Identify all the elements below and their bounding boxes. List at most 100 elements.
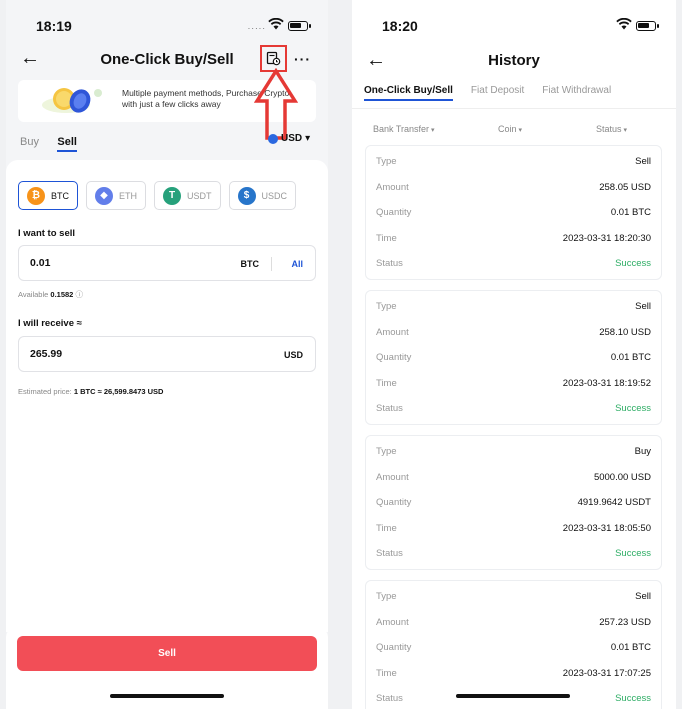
record-amount-value: 258.10 USD <box>599 327 651 338</box>
estimated-label: Estimated price: <box>18 387 72 396</box>
record-field-label: Status <box>376 258 403 269</box>
history-tabs: One-Click Buy/Sell Fiat Deposit Fiat Wit… <box>364 85 611 101</box>
record-row-time: Time 2023-03-31 18:05:50 <box>376 523 651 537</box>
record-field-label: Time <box>376 668 397 679</box>
history-record-icon <box>266 51 281 66</box>
tab-sell[interactable]: Sell <box>57 136 77 152</box>
coin-chip-usdt[interactable]: T USDT <box>154 181 221 210</box>
filter-status[interactable]: Status <box>596 124 627 134</box>
all-button[interactable]: All <box>291 259 303 269</box>
wifi-icon <box>616 18 632 30</box>
record-field-label: Status <box>376 693 403 704</box>
record-row-quantity: Quantity 4919.9642 USDT <box>376 497 651 511</box>
battery-icon <box>636 21 659 31</box>
record-field-label: Amount <box>376 472 409 483</box>
tether-icon: T <box>163 186 181 205</box>
info-icon[interactable]: ⓘ <box>75 290 83 299</box>
sell-amount-value: 0.01 <box>30 257 51 269</box>
divider <box>352 108 676 109</box>
record-status-value: Success <box>615 403 651 414</box>
record-type-value: Sell <box>635 591 651 602</box>
crypto-coins-illustration <box>42 88 102 113</box>
signal-icon: ····· <box>247 24 266 33</box>
coin-label: ETH <box>119 190 137 201</box>
header: ← History <box>352 44 676 74</box>
tab-fiat-withdrawal[interactable]: Fiat Withdrawal <box>542 85 611 101</box>
available-balance: Available 0.1582 ⓘ <box>18 289 83 300</box>
record-row-quantity: Quantity 0.01 BTC <box>376 352 651 366</box>
record-row-type: Type Sell <box>376 591 651 605</box>
record-field-label: Type <box>376 591 397 602</box>
coin-chip-eth[interactable]: ◆ ETH <box>86 181 146 210</box>
usdc-icon: $ <box>237 186 256 205</box>
record-time-value: 2023-03-31 18:05:50 <box>562 523 651 534</box>
bitcoin-icon: ₿ <box>27 186 45 205</box>
record-field-label: Quantity <box>376 497 412 508</box>
record-field-label: Amount <box>376 182 409 193</box>
history-record-card[interactable]: Type Sell Amount 258.10 USD Quantity 0.01 BTC… <box>365 290 662 425</box>
available-label: Available <box>18 290 49 299</box>
record-field-label: Type <box>376 446 397 457</box>
tab-fiat-deposit[interactable]: Fiat Deposit <box>471 85 524 101</box>
receive-amount-value: 265.99 <box>30 348 63 360</box>
usd-icon <box>268 133 278 144</box>
sell-unit: BTC <box>240 259 260 269</box>
filter-coin[interactable]: Coin <box>498 124 522 134</box>
record-field-label: Status <box>376 403 403 414</box>
record-row-time: Time 2023-03-31 18:19:52 <box>376 378 651 392</box>
record-field-label: Quantity <box>376 207 412 218</box>
history-screen: 18:20 ← History One-Click Buy/Sell Fiat … <box>352 0 676 709</box>
record-row-status: Status Success <box>376 548 651 562</box>
coin-label: USDT <box>187 190 212 201</box>
filter-bar: Bank Transfer Coin Status <box>352 124 676 138</box>
tab-one-click[interactable]: One-Click Buy/Sell <box>364 85 453 101</box>
one-click-sell-screen: 18:19 ····· ← One-Click Buy/Sell ··· Mul… <box>6 0 328 709</box>
filter-bank-transfer[interactable]: Bank Transfer <box>373 124 435 134</box>
record-row-amount: Amount 258.10 USD <box>376 327 651 341</box>
receive-unit: USD <box>283 350 303 360</box>
record-row-time: Time 2023-03-31 18:20:30 <box>376 233 651 247</box>
record-field-label: Time <box>376 233 397 244</box>
record-amount-value: 258.05 USD <box>599 182 651 193</box>
record-field-label: Quantity <box>376 352 412 363</box>
currency-selector[interactable]: USD ▾ <box>268 133 310 144</box>
coin-chip-btc[interactable]: ₿ BTC <box>18 181 78 210</box>
record-quantity-value: 0.01 BTC <box>610 352 651 363</box>
history-record-card[interactable]: Type Buy Amount 5000.00 USD Quantity 4919.964… <box>365 435 662 570</box>
sell-amount-label: I want to sell <box>18 228 76 239</box>
history-record-card[interactable]: Type Sell Amount 257.23 USD Quantity 0.01 BTC… <box>365 580 662 709</box>
home-indicator <box>456 694 570 698</box>
receive-amount-field[interactable]: 265.99 USD <box>18 336 316 372</box>
record-field-label: Type <box>376 301 397 312</box>
battery-icon <box>288 21 311 31</box>
home-indicator <box>110 694 224 698</box>
sell-amount-field[interactable]: 0.01 BTC All <box>18 245 316 281</box>
divider <box>271 257 272 271</box>
record-type-value: Sell <box>635 156 651 167</box>
record-row-status: Status Success <box>376 258 651 272</box>
record-row-amount: Amount 257.23 USD <box>376 617 651 631</box>
sell-form-card: ₿ BTC ◆ ETH T USDT $ USDC I want to sell… <box>6 160 328 632</box>
record-quantity-value: 0.01 BTC <box>610 642 651 653</box>
history-record-card[interactable]: Type Sell Amount 258.05 USD Quantity 0.01 BTC… <box>365 145 662 280</box>
record-row-status: Status Success <box>376 403 651 417</box>
more-options-icon[interactable]: ··· <box>294 51 311 67</box>
record-quantity-value: 4919.9642 USDT <box>577 497 651 508</box>
coin-chip-usdc[interactable]: $ USDC <box>228 181 297 210</box>
status-bar: 18:20 <box>352 0 676 44</box>
record-status-value: Success <box>615 258 651 269</box>
record-row-amount: Amount 258.05 USD <box>376 182 651 196</box>
record-field-label: Type <box>376 156 397 167</box>
tab-buy[interactable]: Buy <box>20 136 39 148</box>
record-field-label: Amount <box>376 327 409 338</box>
sell-button[interactable]: Sell <box>17 636 317 671</box>
record-time-value: 2023-03-31 18:20:30 <box>562 233 651 244</box>
currency-label: USD <box>281 133 303 144</box>
wifi-icon <box>268 18 284 30</box>
coin-label: USDC <box>261 190 288 201</box>
clock: 18:19 <box>36 18 72 34</box>
record-field-label: Quantity <box>376 642 412 653</box>
coin-selector: ₿ BTC ◆ ETH T USDT $ USDC <box>18 181 297 210</box>
record-row-amount: Amount 5000.00 USD <box>376 472 651 486</box>
record-quantity-value: 0.01 BTC <box>610 207 651 218</box>
